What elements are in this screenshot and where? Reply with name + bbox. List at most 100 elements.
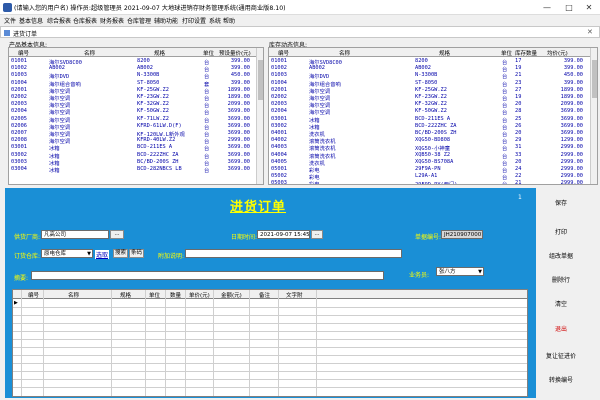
- scroll-thumb[interactable]: [592, 60, 597, 98]
- table-row[interactable]: 03002 冰箱 BCD-222ZHC ZA 台 26 3699.00: [269, 122, 589, 131]
- menu-basic-info[interactable]: 基本信息: [19, 16, 43, 25]
- product-grid-scrollbar[interactable]: [256, 48, 263, 184]
- table-cell: 02008: [11, 137, 27, 144]
- modify-order-button[interactable]: 组改单据: [542, 250, 580, 264]
- barcode-button[interactable]: 条码: [129, 249, 144, 258]
- supplier-field[interactable]: 凡高公司: [41, 230, 109, 239]
- table-row[interactable]: 02003 海尔空调 KF-32GW.Z2 台 20 2099.00: [269, 101, 589, 109]
- col-header[interactable]: 单位: [501, 49, 512, 57]
- table-row[interactable]: 02002 海尔空调 KF-23GW.Z2 台 19 1899.00: [269, 94, 589, 102]
- table-row[interactable]: 02001 海尔空调 KF-25GW.Z2 台 1899.00: [9, 86, 255, 95]
- col-header[interactable]: 单价(元): [189, 291, 210, 299]
- summary-field[interactable]: [31, 271, 384, 280]
- col-header[interactable]: 库存数量: [515, 49, 537, 57]
- table-cell: 3699.00: [227, 158, 250, 165]
- col-header[interactable]: 规格: [120, 291, 131, 299]
- save-button[interactable]: 保存: [542, 197, 580, 211]
- date-field[interactable]: 2021-09-07 15:45:05: [257, 230, 310, 239]
- table-row[interactable]: 02004 海尔空调 KF-50GW.Z2 台 28 3699.00: [269, 108, 589, 116]
- table-row[interactable]: 02002 海尔空调 KF-23GW.Z2 台 1899.00: [9, 94, 255, 102]
- print-button[interactable]: 打印: [542, 226, 580, 240]
- additional-notes-field[interactable]: [185, 249, 402, 258]
- table-row[interactable]: 03002 冰箱 BCD-222ZHC ZA 台 3699.00: [9, 152, 255, 160]
- col-header[interactable]: 名称: [339, 49, 350, 57]
- stock-grid-scrollbar[interactable]: [590, 48, 597, 184]
- table-row[interactable]: 04003 滚筒洗衣机 XQG50-小神童台 31 2999.00: [269, 144, 589, 152]
- menu-print-settings[interactable]: 打印设置: [182, 16, 206, 25]
- col-header[interactable]: 单位: [149, 291, 160, 299]
- convert-code-button[interactable]: 转换编号: [542, 374, 580, 388]
- date-browse-button[interactable]: ...: [311, 230, 323, 239]
- product-grid[interactable]: 编号 名称 规格 单位 预设量价(元) 01001 海尔SVD8C00 8200 台 3…: [8, 47, 264, 185]
- salesperson-select[interactable]: 张八方 ▼: [436, 267, 484, 276]
- menu-file[interactable]: 文件: [4, 16, 16, 25]
- col-header[interactable]: 规格: [154, 49, 165, 57]
- recall-price-button[interactable]: 复让征进价: [542, 350, 580, 364]
- menu-finance-reports[interactable]: 财务报表: [100, 16, 124, 25]
- stock-grid[interactable]: 编号 名称 规格 单位 库存数量 均价(元) 01001 海尔SVD8C00 820…: [268, 47, 598, 185]
- menu-aux[interactable]: 辅助功能: [154, 16, 178, 25]
- supplier-browse-button[interactable]: ...: [110, 230, 124, 239]
- col-header[interactable]: 编号: [278, 49, 289, 57]
- table-row[interactable]: 01004 海尔组合音响 ST-8050 套 399.00: [9, 80, 255, 88]
- menu-system[interactable]: 系统: [209, 16, 221, 25]
- table-row[interactable]: 04002 滚筒洗衣机 XQG50-BD808 台 29 1299.00: [269, 137, 589, 145]
- table-row[interactable]: 03004 冰箱 BCD-282NBCS LB 台 3699.00: [9, 166, 255, 174]
- table-row[interactable]: 01002 AB002 AB002 台 399.00: [9, 65, 255, 73]
- table-row[interactable]: 02005 海尔空调 KF-71LW.Z2 台 3699.00: [9, 116, 255, 124]
- menu-warehouse-mgmt[interactable]: 仓库管理: [127, 16, 151, 25]
- table-row[interactable]: 02004 海尔空调 KF-50GW.Z2 台 3699.00: [9, 108, 255, 116]
- col-header[interactable]: 均价(元): [547, 49, 568, 57]
- table-row[interactable]: 01002 AB002 AB002 台 19 399.00: [269, 65, 589, 73]
- maximize-button[interactable]: □: [558, 0, 580, 15]
- col-header[interactable]: 金额(元): [221, 291, 242, 299]
- table-row[interactable]: 01001 海尔SVD8C00 8200 台 399.00: [9, 58, 255, 66]
- table-row[interactable]: 04005 洗衣机 XQG50-BS708A 台 20 2999.00: [269, 159, 589, 167]
- table-cell: 05002: [271, 173, 287, 180]
- col-header[interactable]: 名称: [84, 49, 95, 57]
- clear-button[interactable]: 清空: [542, 298, 580, 312]
- warehouse-select[interactable]: 原电仓库 ▼: [41, 249, 93, 258]
- delete-row-button[interactable]: 删除行: [542, 274, 580, 288]
- table-row[interactable]: 02008 海尔空调 KFRD-40LW.Z2 台 2999.00: [9, 137, 255, 145]
- close-button[interactable]: ✕: [578, 0, 600, 15]
- table-row[interactable]: 01003 海尔DVD N-3300B 台 450.00: [9, 72, 255, 80]
- table-row[interactable]: 05001 彩电 29F9A-PN 台 24 2999.00: [269, 166, 589, 174]
- scroll-thumb[interactable]: [258, 60, 263, 100]
- col-header[interactable]: 文字附: [286, 291, 303, 299]
- col-header[interactable]: 规格: [439, 49, 450, 57]
- menu-help[interactable]: 帮助: [223, 16, 235, 25]
- table-row[interactable]: 02003 海尔空调 KF-32GW.Z2 台 2099.00: [9, 101, 255, 109]
- table-row[interactable]: 03003 冰箱 BC/BD-200S ZH 台 3699.00: [9, 158, 255, 167]
- table-row[interactable]: 01001 海尔SVD8C00 8200 台 17 399.00: [269, 58, 589, 66]
- table-cell: 05001: [271, 166, 287, 172]
- exit-button[interactable]: 退出: [542, 323, 580, 337]
- col-header[interactable]: 名称: [68, 291, 79, 299]
- col-header[interactable]: 预设量价(元): [219, 49, 251, 57]
- table-row[interactable]: 05002 彩电 L29A-A1 台 22 2999.00: [269, 173, 589, 181]
- order-items-grid[interactable]: 编号 名称 规格 单位 数量 单价(元) 金额(元) 备注 文字附 ▶: [12, 289, 528, 397]
- table-row[interactable]: 02006 海尔空调 KFRD-61LW.D(F) 台 3699.00: [9, 123, 255, 131]
- menu-warehouse-reports[interactable]: 仓库报表: [73, 16, 97, 25]
- table-row[interactable]: 01003 海尔DVD N-3300B 台 21 450.00: [269, 72, 589, 80]
- col-header[interactable]: 备注: [259, 291, 270, 299]
- menu-reports[interactable]: 综合报表: [47, 16, 71, 25]
- col-header[interactable]: 编号: [28, 291, 39, 299]
- subwindow-close-icon[interactable]: ✕: [587, 28, 593, 36]
- table-row[interactable]: 04001 洗衣机 BC/BD-200S ZH 台 20 3699.00: [269, 130, 589, 138]
- table-cell: 02001: [11, 86, 27, 93]
- col-header[interactable]: 单位: [203, 49, 214, 57]
- table-row[interactable]: 01004 海尔组合音响 ST-8050 台 23 399.00: [269, 80, 589, 88]
- search-button[interactable]: 搜索: [113, 249, 128, 258]
- table-row[interactable]: 04004 滚筒洗衣机 XQB50-38 Z2 台 33 2999.00: [269, 152, 589, 160]
- select-link[interactable]: 选取: [95, 250, 110, 259]
- col-header[interactable]: 编号: [18, 49, 29, 57]
- table-cell: 3699.00: [560, 122, 583, 129]
- col-header[interactable]: 数量: [170, 291, 181, 299]
- table-row[interactable]: 02007 海尔空调 KF-120LW.L新外观台 3699.00: [9, 130, 255, 138]
- table-row[interactable]: 05003 彩电 29F9D-PY(西门) 台21 2999.00: [269, 180, 589, 184]
- table-row[interactable]: 03001 冰箱 BCD-211ES A 台 25 3699.00: [269, 116, 589, 124]
- table-row[interactable]: 02001 海尔空调 KF-25GW.Z2 台 27 1899.00: [269, 87, 589, 95]
- minimize-button[interactable]: —: [536, 0, 558, 15]
- table-row[interactable]: 03001 冰箱 BCD-211ES A 台 3699.00: [9, 144, 255, 152]
